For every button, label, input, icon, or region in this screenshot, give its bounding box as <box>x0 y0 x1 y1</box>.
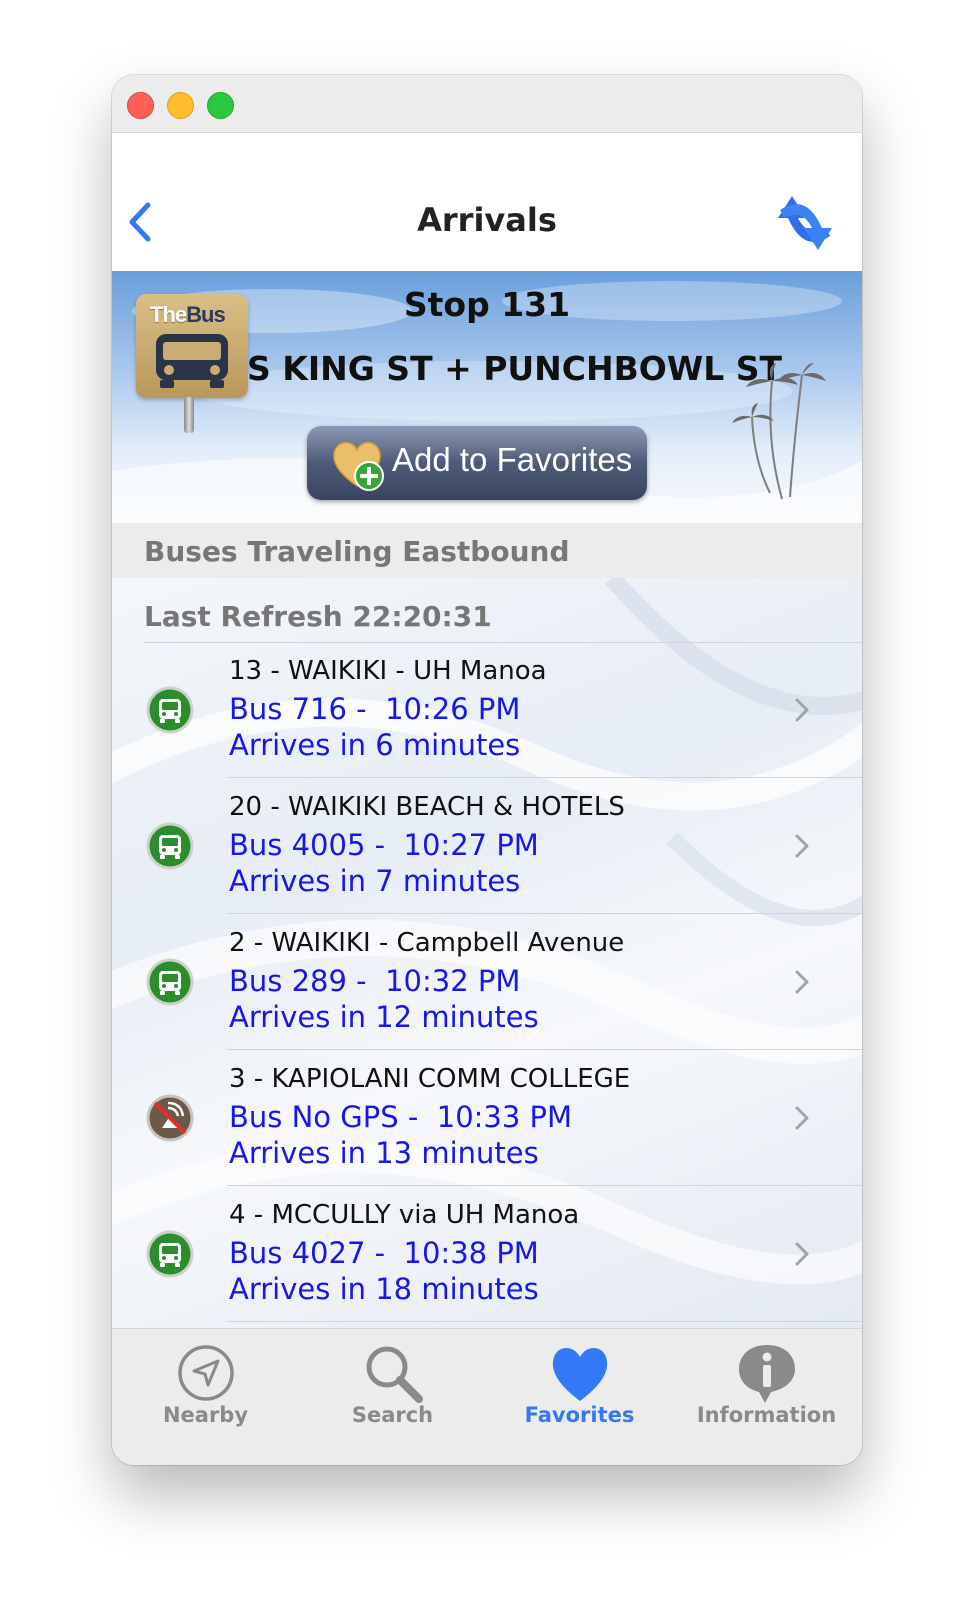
refresh-button[interactable] <box>770 188 840 258</box>
chevron-right-icon <box>792 1102 812 1134</box>
bus-gps-icon <box>146 686 194 734</box>
stop-name: S KING ST + PUNCHBOWL ST <box>247 349 783 388</box>
tab-search-label: Search <box>351 1403 434 1427</box>
arrival-countdown: Arrives in 13 minutes <box>229 1136 539 1170</box>
route-name: 3 - KAPIOLANI COMM COLLEGE <box>229 1064 631 1094</box>
bus-time: Bus 4027 - 10:38 PM <box>229 1236 539 1270</box>
close-button[interactable] <box>127 92 154 119</box>
arrival-countdown: Arrives in 12 minutes <box>229 1000 539 1034</box>
zoom-button[interactable] <box>207 92 234 119</box>
info-icon <box>739 1345 795 1403</box>
no-gps-icon <box>146 1094 194 1142</box>
tab-search[interactable]: Search <box>299 1329 486 1465</box>
location-arrow-icon <box>178 1345 234 1401</box>
arrival-countdown: Arrives in 6 minutes <box>229 728 521 762</box>
arrival-countdown: Arrives in 18 minutes <box>229 1272 539 1306</box>
bus-time: Bus 4005 - 10:27 PM <box>229 828 539 862</box>
stop-number: Stop 131 <box>403 285 571 324</box>
heart-plus-icon <box>333 441 384 491</box>
chevron-right-icon <box>792 966 812 998</box>
arrivals-list[interactable]: Last Refresh 22:20:31 13 - WAIKIKI - UH … <box>112 578 862 1338</box>
bus-time: Bus No GPS - 10:33 PM <box>229 1100 573 1134</box>
sign-pole <box>184 397 194 433</box>
add-to-favorites-button[interactable]: Add to Favorites <box>307 426 647 500</box>
tab-nearby[interactable]: Nearby <box>112 1329 299 1465</box>
app-window: Arrivals TheBus Stop 131 S KING ST + PUN… <box>112 75 862 1465</box>
add-to-favorites-label: Add to Favorites <box>392 441 633 478</box>
arrival-row[interactable]: 4 - MCCULLY via UH Manoa Bus 4027 - 10:38… <box>112 1186 862 1322</box>
chevron-right-icon <box>792 1238 812 1270</box>
route-name: 2 - WAIKIKI - Campbell Avenue <box>229 928 625 958</box>
arrival-row[interactable]: 2 - WAIKIKI - Campbell Avenue Bus 289 - 1… <box>112 914 862 1050</box>
arrival-countdown: Arrives in 7 minutes <box>229 864 521 898</box>
bus-time: Bus 716 - 10:26 PM <box>229 692 521 726</box>
row-divider <box>144 642 862 643</box>
tab-favorites[interactable]: Favorites <box>486 1329 673 1465</box>
arrival-row[interactable]: 3 - KAPIOLANI COMM COLLEGE Bus No GPS - 1… <box>112 1050 862 1186</box>
bus-time: Bus 289 - 10:32 PM <box>229 964 521 998</box>
tab-information-label: Information <box>696 1403 837 1427</box>
row-divider <box>227 1321 862 1322</box>
search-icon <box>366 1346 423 1403</box>
tab-favorites-label: Favorites <box>524 1403 635 1427</box>
chevron-right-icon <box>792 830 812 862</box>
minimize-button[interactable] <box>167 92 194 119</box>
tab-nearby-label: Nearby <box>162 1403 249 1427</box>
palm-trees-image <box>732 363 826 500</box>
section-header: Buses Traveling Eastbound <box>112 523 862 578</box>
arrival-row[interactable]: 20 - WAIKIKI BEACH & HOTELS Bus 4005 - 10… <box>112 778 862 914</box>
chevron-right-icon <box>792 694 812 726</box>
section-title: Buses Traveling Eastbound <box>144 535 570 568</box>
route-name: 4 - MCCULLY via UH Manoa <box>229 1200 580 1230</box>
navigation-bar: Arrivals <box>112 133 862 270</box>
arrival-row[interactable]: 13 - WAIKIKI - UH Manoa Bus 716 - 10:26 P… <box>112 642 862 778</box>
last-refresh-label: Last Refresh 22:20:31 <box>144 600 492 633</box>
bus-gps-icon <box>146 822 194 870</box>
refresh-arrows-icon <box>778 196 832 250</box>
route-name: 13 - WAIKIKI - UH Manoa <box>229 656 547 686</box>
tab-information[interactable]: Information <box>673 1329 860 1465</box>
route-name: 20 - WAIKIKI BEACH & HOTELS <box>229 792 625 822</box>
title-bar <box>112 75 862 133</box>
bus-gps-icon <box>146 1230 194 1278</box>
heart-icon <box>552 1348 608 1401</box>
bus-gps-icon <box>146 958 194 1006</box>
page-title: Arrivals <box>417 201 557 239</box>
tab-bar: Nearby Search Favorites Information <box>112 1328 862 1465</box>
stop-header: TheBus Stop 131 S KING ST + PUNCHBOWL ST <box>112 271 862 523</box>
